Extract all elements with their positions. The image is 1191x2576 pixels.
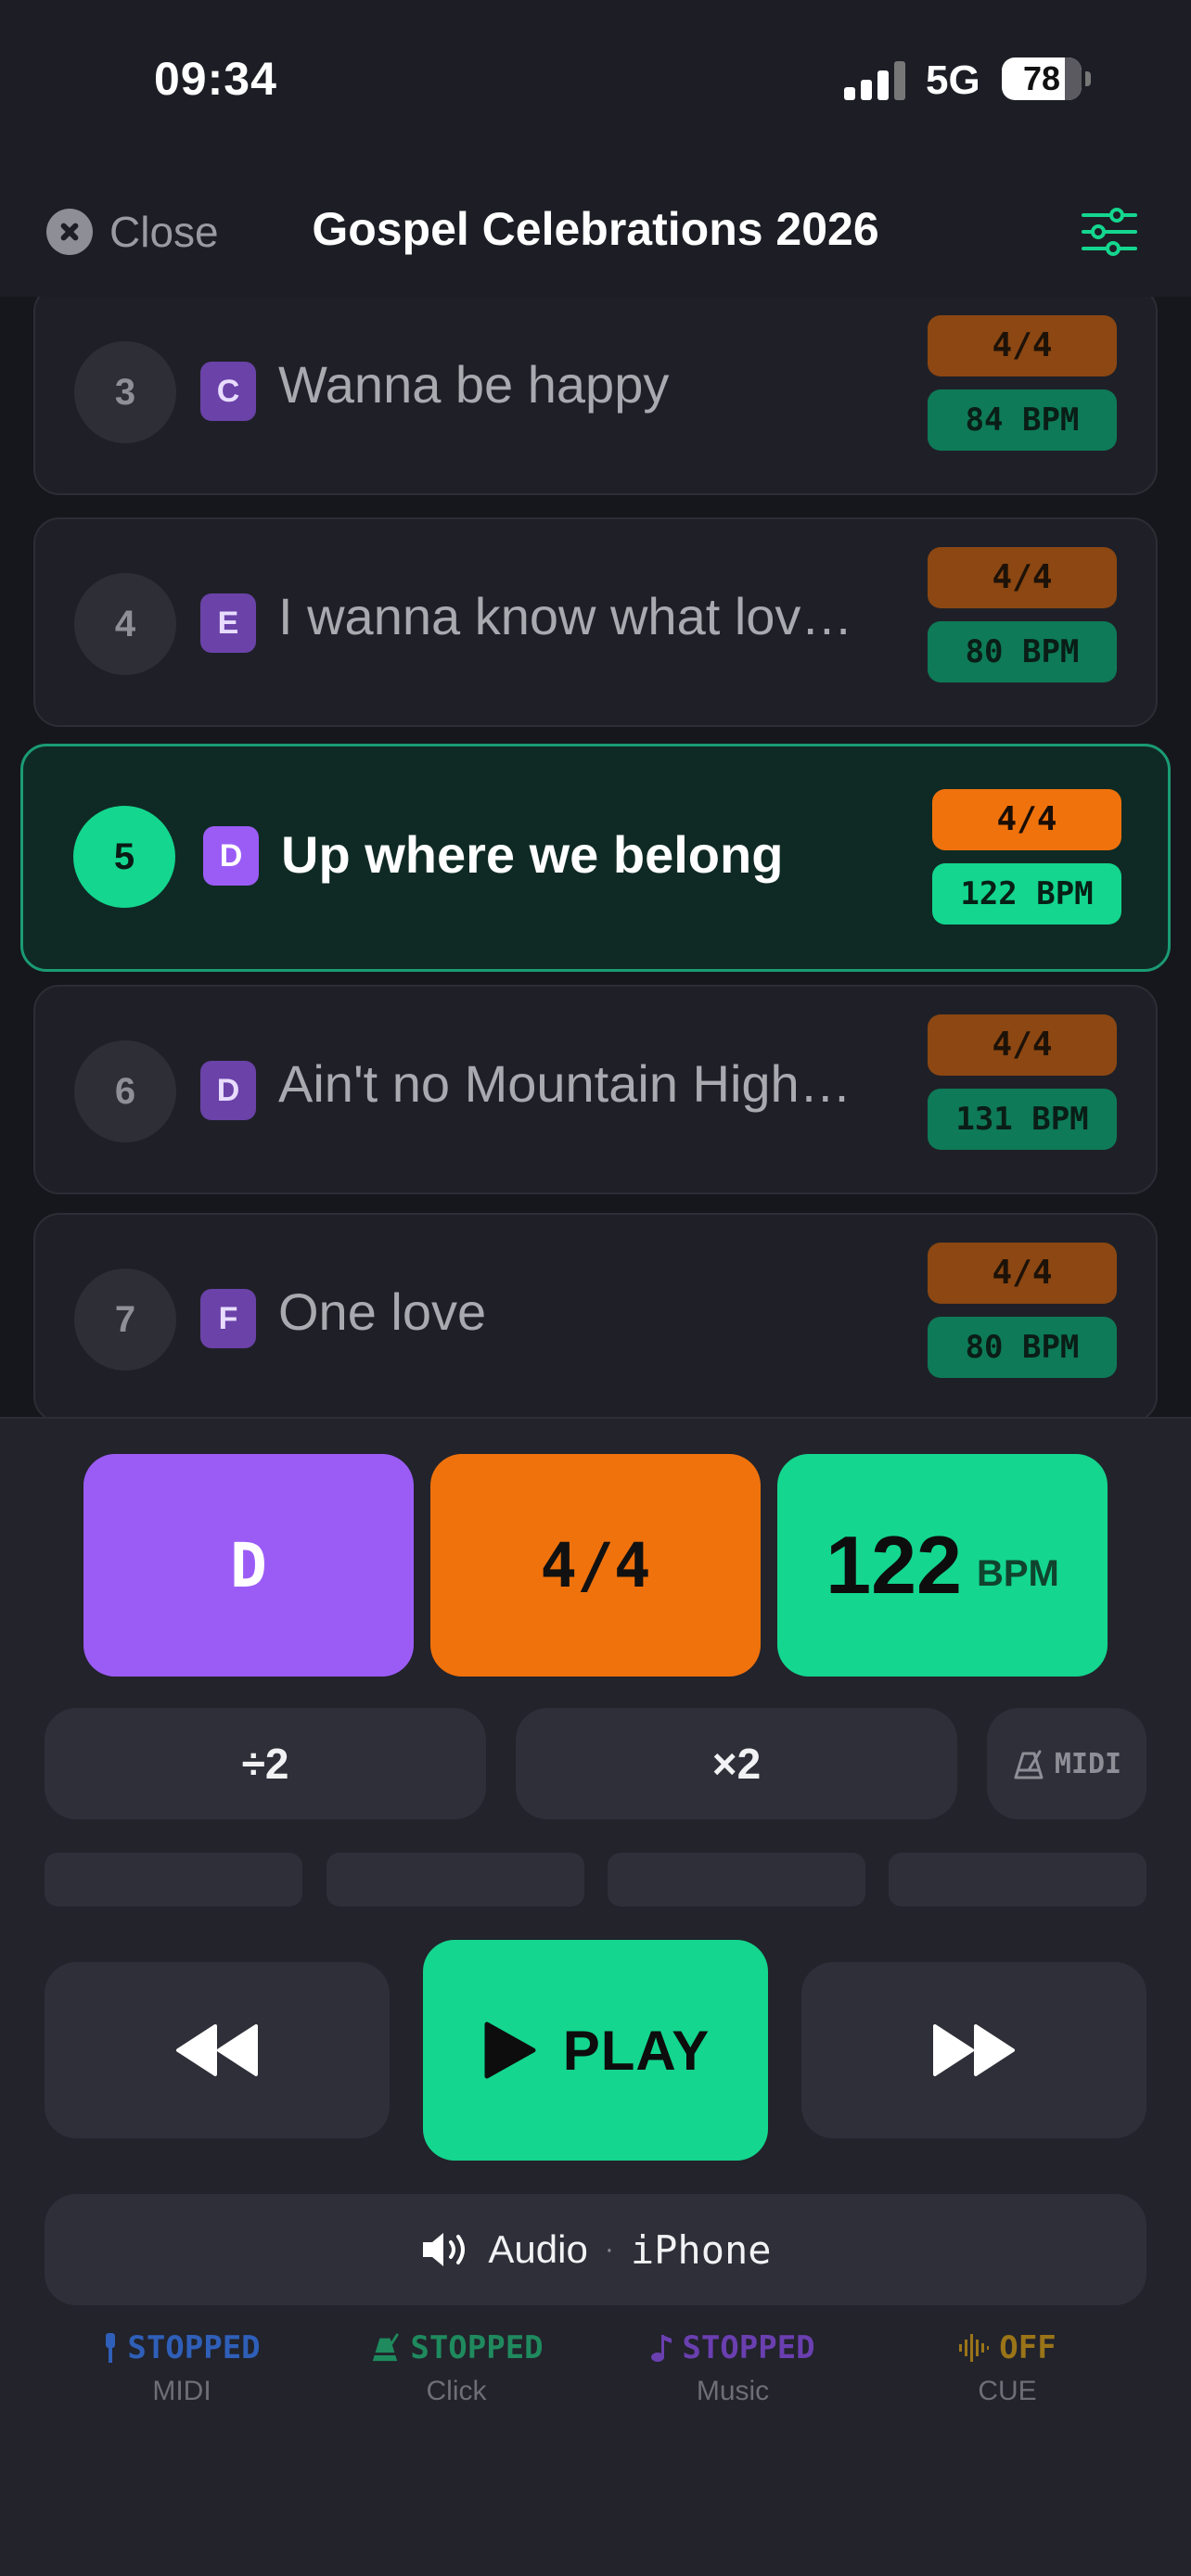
song-title: Up where we belong [281, 825, 784, 884]
status-label: CUE [978, 2376, 1037, 2406]
time-signature-badge: 4/4 [928, 1014, 1117, 1076]
setlist: 3 C Wanna be happy 4/4 84 BPM 4 E I wann… [0, 297, 1191, 1417]
header: Close Gospel Celebrations 2026 [0, 167, 1191, 297]
empty-slot[interactable] [608, 1853, 865, 1906]
separator: · [604, 2234, 614, 2264]
bpm-badge: 80 BPM [928, 621, 1117, 682]
song-key-badge: F [200, 1289, 256, 1348]
cue-status: OFF CUE [868, 2329, 1146, 2407]
song-number: 5 [73, 806, 175, 908]
status-label: Click [426, 2376, 487, 2406]
speaker-icon [423, 2233, 466, 2266]
midi-plug-icon [106, 2333, 116, 2363]
audio-output-button[interactable]: Audio · iPhone [45, 2194, 1146, 2305]
song-key-badge: D [203, 826, 259, 886]
battery-icon: 78 [1002, 57, 1091, 100]
empty-slot[interactable] [889, 1853, 1146, 1906]
midi-button[interactable]: MIDI [987, 1708, 1146, 1819]
song-title: I wanna know what lov… [278, 587, 853, 645]
fast-forward-icon [933, 2024, 1015, 2076]
time-signature-badge: 4/4 [928, 315, 1117, 376]
current-time-signature-button[interactable]: 4/4 [430, 1454, 761, 1677]
empty-slot[interactable] [45, 1853, 302, 1906]
status-value: STOPPED [127, 2329, 261, 2366]
network-type: 5G [926, 57, 980, 103]
song-key-badge: D [200, 1061, 256, 1120]
close-label: Close [109, 208, 219, 256]
current-bpm-button[interactable]: 122 BPM [777, 1454, 1108, 1677]
current-key-button[interactable]: D [83, 1454, 414, 1677]
audio-device: iPhone [630, 2226, 772, 2273]
song-title: Ain't no Mountain High… [278, 1054, 852, 1113]
midi-button-label: MIDI [1054, 1747, 1122, 1780]
sliders-icon[interactable] [1080, 202, 1139, 261]
time-signature-badge: 4/4 [932, 789, 1121, 850]
play-icon [484, 2021, 536, 2079]
status-label: Music [696, 2376, 770, 2406]
status-label: MIDI [152, 2376, 211, 2406]
song-title: One love [278, 1282, 487, 1341]
halve-tempo-button[interactable]: ÷2 [45, 1708, 486, 1819]
audio-label: Audio [488, 2227, 588, 2271]
bpm-badge: 80 BPM [928, 1317, 1117, 1378]
song-number: 6 [74, 1040, 176, 1142]
song-key-badge: E [200, 593, 256, 653]
song-row[interactable]: 7 F One love 4/4 80 BPM [33, 1213, 1158, 1417]
music-note-icon [651, 2335, 672, 2362]
click-status: STOPPED Click [317, 2329, 596, 2407]
waveform-icon [959, 2334, 990, 2362]
song-row[interactable]: 3 C Wanna be happy 4/4 84 BPM [33, 297, 1158, 495]
play-button[interactable]: PLAY [423, 1940, 768, 2161]
time-signature-badge: 4/4 [928, 547, 1117, 608]
song-row[interactable]: 4 E I wanna know what lov… 4/4 80 BPM [33, 517, 1158, 727]
song-number: 7 [74, 1269, 176, 1371]
bpm-badge: 84 BPM [928, 389, 1117, 451]
midi-status: STOPPED MIDI [43, 2329, 321, 2407]
status-value: OFF [999, 2329, 1057, 2366]
cellular-signal-icon [844, 61, 905, 100]
bpm-unit: BPM [976, 1552, 1059, 1594]
metronome-icon [1014, 1750, 1044, 1779]
music-status: STOPPED Music [594, 2329, 872, 2407]
song-row[interactable]: 6 D Ain't no Mountain High… 4/4 131 BPM [33, 985, 1158, 1194]
status-value: STOPPED [410, 2329, 544, 2366]
time-signature-badge: 4/4 [928, 1243, 1117, 1304]
double-tempo-button[interactable]: ×2 [516, 1708, 957, 1819]
page-title: Gospel Celebrations 2026 [312, 203, 879, 255]
song-number: 3 [74, 341, 176, 443]
bpm-badge: 122 BPM [932, 863, 1121, 925]
close-button[interactable]: Close [46, 204, 219, 260]
song-title: Wanna be happy [278, 355, 670, 414]
control-panel: D 4/4 122 BPM ÷2 ×2 MIDI PLAY Audio · iP… [0, 1417, 1191, 2576]
previous-song-button[interactable] [45, 1962, 390, 2138]
song-key-badge: C [200, 362, 256, 421]
song-number: 4 [74, 573, 176, 675]
song-row-active[interactable]: 5 D Up where we belong 4/4 122 BPM [20, 744, 1171, 972]
battery-level: 78 [1022, 59, 1061, 97]
close-circle-icon [46, 209, 93, 255]
empty-slot[interactable] [327, 1853, 584, 1906]
clock: 09:34 [154, 53, 277, 105]
status-value: STOPPED [682, 2329, 815, 2366]
rewind-icon [176, 2024, 258, 2076]
next-song-button[interactable] [801, 1962, 1146, 2138]
play-label: PLAY [562, 2019, 711, 2082]
bpm-value: 122 [826, 1519, 962, 1611]
bpm-badge: 131 BPM [928, 1089, 1117, 1150]
metronome-icon [373, 2333, 399, 2362]
status-bar: 09:34 5G 78 [0, 0, 1191, 167]
